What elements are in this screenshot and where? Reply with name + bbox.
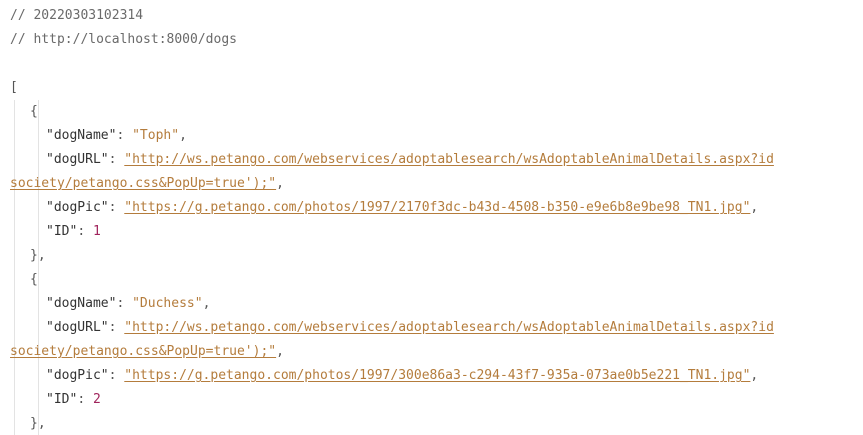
- dogurl-link[interactable]: "http://ws.petango.com/webservices/adopt…: [124, 320, 774, 335]
- url-comment: // http://localhost:8000/dogs: [10, 32, 237, 47]
- object-open-brace: {: [30, 272, 38, 287]
- array-open-bracket: [: [10, 80, 18, 95]
- dogname-key: "dogName": [46, 128, 117, 143]
- timestamp-comment: // 20220303102314: [10, 8, 144, 23]
- dogname-row: "dogName": "Duchess",: [46, 296, 211, 311]
- object-close-brace: },: [30, 248, 46, 263]
- id-value: 1: [92, 224, 101, 239]
- indent-guide: [14, 100, 15, 435]
- dogurl-link-continued[interactable]: society/petango.css&PopUp=true');": [10, 176, 276, 191]
- dogurl-key: "dogURL": [46, 320, 109, 335]
- dogname-value: "Toph": [132, 128, 180, 143]
- id-row: "ID": 2: [46, 392, 101, 407]
- dogpic-link[interactable]: "https://g.petango.com/photos/1997/300e8…: [124, 368, 750, 383]
- dogname-value: "Duchess": [132, 296, 203, 311]
- dogurl-link[interactable]: "http://ws.petango.com/webservices/adopt…: [124, 152, 774, 167]
- id-row: "ID": 1: [46, 224, 101, 239]
- json-viewer: // 20220303102314 // http://localhost:80…: [0, 0, 863, 435]
- dogpic-row: "dogPic": "https://g.petango.com/photos/…: [46, 368, 759, 383]
- id-key: "ID": [46, 224, 78, 239]
- dogurl-row-continued: society/petango.css&PopUp=true');",: [10, 344, 284, 359]
- object-close-brace: },: [30, 416, 46, 431]
- dogurl-row: "dogURL": "http://ws.petango.com/webserv…: [46, 152, 774, 167]
- dogpic-row: "dogPic": "https://g.petango.com/photos/…: [46, 200, 759, 215]
- object-open-brace: {: [30, 104, 38, 119]
- id-key: "ID": [46, 392, 78, 407]
- id-value: 2: [92, 392, 101, 407]
- dogpic-key: "dogPic": [46, 368, 109, 383]
- dogpic-link[interactable]: "https://g.petango.com/photos/1997/2170f…: [124, 200, 750, 215]
- dogname-key: "dogName": [46, 296, 117, 311]
- dogname-row: "dogName": "Toph",: [46, 128, 187, 143]
- dogurl-key: "dogURL": [46, 152, 109, 167]
- dogurl-row-continued: society/petango.css&PopUp=true');",: [10, 176, 284, 191]
- dogurl-link-continued[interactable]: society/petango.css&PopUp=true');": [10, 344, 276, 359]
- dogpic-key: "dogPic": [46, 200, 109, 215]
- dogurl-row: "dogURL": "http://ws.petango.com/webserv…: [46, 320, 774, 335]
